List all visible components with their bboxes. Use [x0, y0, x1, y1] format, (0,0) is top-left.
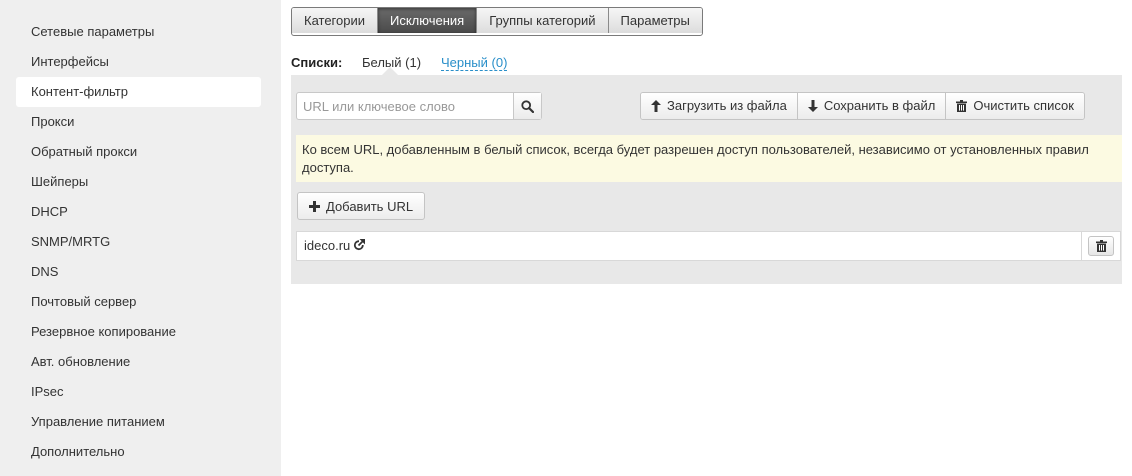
sidebar-item-ipsec[interactable]: IPsec — [16, 377, 261, 407]
sidebar-item-mail-server[interactable]: Почтовый сервер — [16, 287, 261, 317]
sidebar-item-advanced[interactable]: Дополнительно — [16, 437, 261, 467]
main-content: Категории Исключения Группы категорий Па… — [281, 0, 1132, 476]
trash-icon — [956, 100, 968, 112]
url-entry: ideco.ru — [304, 238, 351, 253]
plus-icon — [309, 200, 320, 212]
whitelist-panel: Загрузить из файла Сохранить в файл Очис… — [291, 75, 1122, 284]
save-to-file-button[interactable]: Сохранить в файл — [797, 93, 947, 119]
sidebar-item-interfaces[interactable]: Интерфейсы — [16, 47, 261, 77]
external-link-icon[interactable] — [353, 239, 365, 254]
row-actions — [1081, 232, 1120, 260]
sidebar-item-power[interactable]: Управление питанием — [16, 407, 261, 437]
upload-label: Загрузить из файла — [667, 98, 787, 113]
arrow-up-icon — [651, 100, 661, 112]
save-label: Сохранить в файл — [823, 98, 936, 113]
upload-from-file-button[interactable]: Загрузить из файла — [641, 93, 798, 119]
sidebar-item-auto-update[interactable]: Авт. обновление — [16, 347, 261, 377]
sidebar: Сетевые параметры Интерфейсы Контент-фил… — [0, 0, 281, 476]
info-notice: Ко всем URL, добавленным в белый список,… — [296, 135, 1122, 182]
clear-list-button[interactable]: Очистить список — [946, 93, 1084, 119]
list-item: ideco.ru — [296, 231, 1121, 261]
sidebar-item-network[interactable]: Сетевые параметры — [16, 17, 261, 47]
sidebar-item-content-filter[interactable]: Контент-фильтр — [16, 77, 261, 107]
black-list-link[interactable]: Черный (0) — [441, 56, 508, 71]
sidebar-item-shapers[interactable]: Шейперы — [16, 167, 261, 197]
delete-url-button[interactable] — [1088, 236, 1114, 256]
sidebar-item-backup[interactable]: Резервное копирование — [16, 317, 261, 347]
search-button[interactable] — [513, 93, 541, 119]
tab-category-groups[interactable]: Группы категорий — [477, 8, 609, 33]
active-list-pointer — [382, 67, 398, 75]
sidebar-item-proxy[interactable]: Прокси — [16, 107, 261, 137]
sidebar-item-snmp[interactable]: SNMP/MRTG — [16, 227, 261, 257]
trash-icon — [1095, 240, 1107, 252]
sidebar-item-dhcp[interactable]: DHCP — [16, 197, 261, 227]
search-input[interactable] — [297, 93, 515, 119]
tab-exceptions[interactable]: Исключения — [378, 8, 478, 33]
add-url-button[interactable]: Добавить URL — [297, 192, 426, 220]
arrow-down-icon — [807, 100, 818, 112]
clear-label: Очистить список — [973, 98, 1074, 113]
sidebar-item-reverse-proxy[interactable]: Обратный прокси — [16, 137, 261, 167]
search-icon — [521, 99, 534, 113]
add-url-label: Добавить URL — [326, 198, 414, 214]
search-box — [296, 92, 542, 120]
tab-categories[interactable]: Категории — [292, 8, 378, 33]
tab-parameters[interactable]: Параметры — [608, 8, 702, 33]
lists-label: Списки: — [291, 55, 343, 70]
list-actions: Загрузить из файла Сохранить в файл Очис… — [640, 92, 1085, 120]
sidebar-item-dns[interactable]: DNS — [16, 257, 261, 287]
tab-bar: Категории Исключения Группы категорий Па… — [291, 7, 703, 36]
